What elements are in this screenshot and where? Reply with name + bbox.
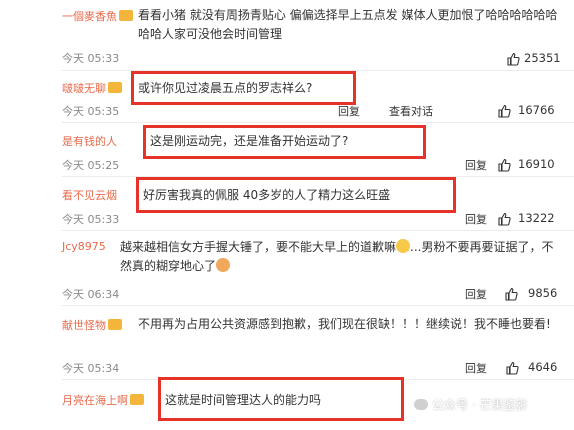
like-count: 25351: [524, 51, 561, 65]
like-count: 16910: [518, 157, 555, 171]
comment-username[interactable]: 一個麥香魚: [62, 8, 133, 24]
view-conversation-button[interactable]: 查看对话: [389, 103, 433, 119]
like-icon[interactable]: [504, 286, 518, 305]
comment-text: 看看小猪 就没有周扬青贴心 偏偏选择早上五点发 媒体人更加恨了哈哈哈哈哈哈哈哈人…: [138, 8, 558, 41]
comment-time: 今天 05:25: [62, 159, 120, 172]
comment-text: 不用再为占用公共资源感到抱歉，我们现在很缺！！！继续说！我不睡也要看!: [138, 317, 551, 331]
reply-button[interactable]: 回复: [465, 360, 487, 376]
comment-time: 今天 05:33: [62, 213, 120, 226]
comment-username[interactable]: Jcy8975: [62, 240, 106, 253]
like-icon[interactable]: [497, 103, 511, 122]
comment-time: 今天 06:34: [62, 288, 120, 301]
comment-text: 越来越相信女方手握大锤了，要不能大早上的道歉嘛 ...男粉不要再要证据了，不然真的…: [120, 239, 554, 273]
reply-button[interactable]: 回复: [338, 103, 360, 119]
like-icon[interactable]: [497, 157, 511, 176]
highlight-box: [143, 125, 426, 159]
laughing-emoji-icon: [396, 239, 411, 253]
comment-username[interactable]: 啵啵无聊: [62, 80, 122, 96]
like-icon[interactable]: [505, 360, 519, 379]
divider: [62, 230, 574, 231]
comment-username[interactable]: 是有钱的人: [62, 133, 117, 149]
member-badge-icon: [108, 82, 122, 93]
reply-button[interactable]: 回复: [465, 286, 487, 302]
comment-username[interactable]: 看不见云烟: [62, 187, 117, 203]
divider: [62, 122, 574, 123]
member-badge-icon: [130, 394, 144, 405]
highlight-box: [131, 71, 356, 105]
cat-emoji-icon: [216, 258, 231, 272]
reply-button[interactable]: 回复: [465, 157, 487, 173]
comment-time: 今天 05:33: [62, 52, 120, 65]
watermark: 公众号 · 芒果鉴影: [414, 396, 527, 413]
like-count: 4646: [528, 360, 558, 374]
like-icon[interactable]: [506, 51, 520, 70]
wechat-icon: [414, 399, 428, 410]
like-count: 9856: [528, 286, 558, 300]
comment-time: 今天 05:34: [62, 362, 120, 375]
member-badge-icon: [108, 319, 122, 330]
comment-username[interactable]: 月亮在海上啊: [62, 392, 144, 408]
member-badge-icon: [119, 10, 133, 21]
like-count: 16766: [518, 103, 555, 117]
divider: [62, 305, 574, 306]
like-icon[interactable]: [497, 211, 511, 230]
like-count: 13222: [518, 211, 555, 225]
highlight-box: [158, 377, 404, 421]
comment-time: 今天 05:35: [62, 105, 120, 118]
highlight-box: [136, 177, 456, 213]
comment-username[interactable]: 献世怪物: [62, 317, 122, 333]
reply-button[interactable]: 回复: [465, 211, 487, 227]
